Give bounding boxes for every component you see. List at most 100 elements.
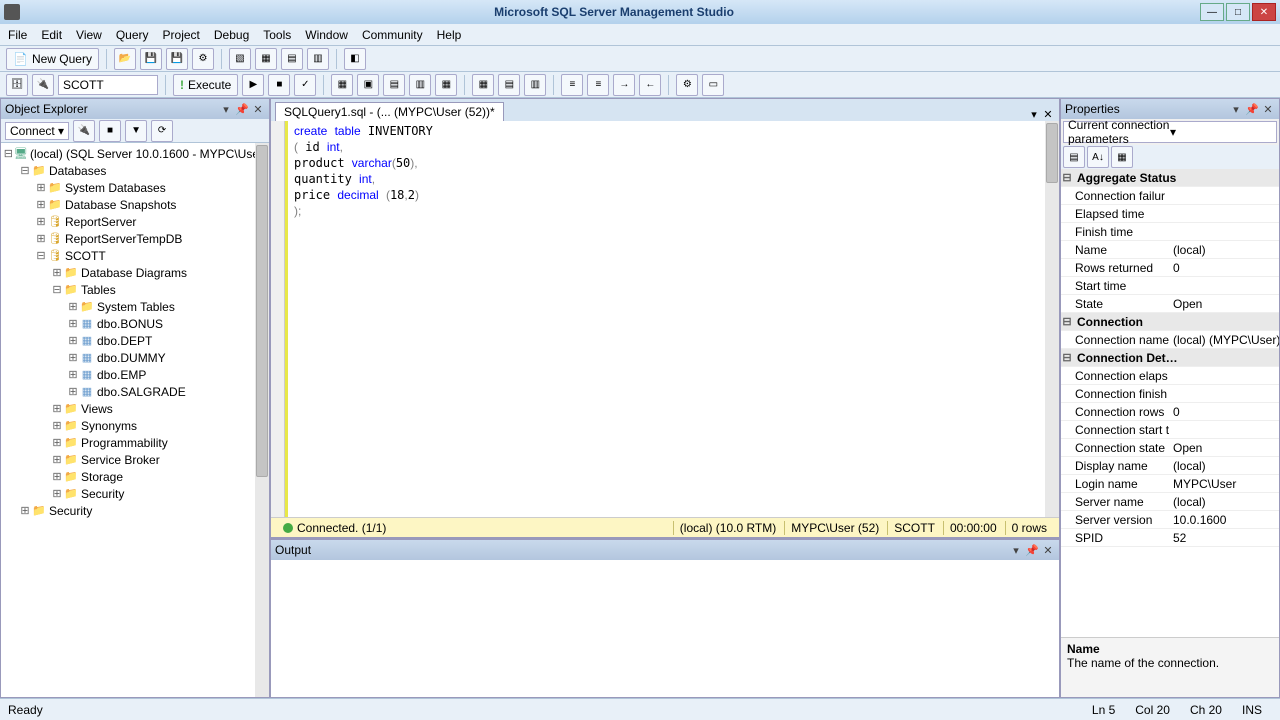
dropdown-icon[interactable]: ▾: [1009, 543, 1023, 557]
execute-button[interactable]: ! Execute: [173, 74, 238, 96]
outdent-icon[interactable]: ←: [639, 74, 661, 96]
menu-project[interactable]: Project: [163, 28, 200, 42]
prop-row[interactable]: Name(local): [1061, 241, 1279, 259]
tool-icon[interactable]: ▣: [357, 74, 379, 96]
tree-system-tables[interactable]: ⊞📁System Tables: [1, 298, 269, 315]
open-icon[interactable]: 📂: [114, 48, 136, 70]
uncomment-icon[interactable]: ≡: [587, 74, 609, 96]
tree-security-server[interactable]: ⊞📁Security: [1, 502, 269, 519]
tree-system-databases[interactable]: ⊞📁System Databases: [1, 179, 269, 196]
connect-button[interactable]: Connect ▾: [5, 122, 69, 140]
category-connection[interactable]: ⊟Connection: [1061, 313, 1279, 331]
tree-table-bonus[interactable]: ⊞▦dbo.BONUS: [1, 315, 269, 332]
menu-query[interactable]: Query: [116, 28, 149, 42]
tool-icon[interactable]: ▭: [702, 74, 724, 96]
menu-window[interactable]: Window: [305, 28, 348, 42]
tree-views[interactable]: ⊞📁Views: [1, 400, 269, 417]
refresh-icon[interactable]: ⟳: [151, 120, 173, 142]
tool-icon[interactable]: ▥: [409, 74, 431, 96]
tool-icon[interactable]: ◧: [344, 48, 366, 70]
close-button[interactable]: ✕: [1252, 3, 1276, 21]
prop-row[interactable]: Connection failur: [1061, 187, 1279, 205]
tool-icon[interactable]: ⚙: [192, 48, 214, 70]
sql-editor[interactable]: create table INVENTORY ( id int, product…: [285, 121, 1045, 517]
change-connection-icon[interactable]: 🔌: [32, 74, 54, 96]
comment-icon[interactable]: ≡: [561, 74, 583, 96]
properties-grid[interactable]: ⊟Aggregate Status Connection failur Elap…: [1061, 169, 1279, 637]
results-grid-icon[interactable]: ▦: [472, 74, 494, 96]
prop-row[interactable]: StateOpen: [1061, 295, 1279, 313]
tool-icon[interactable]: ▤: [383, 74, 405, 96]
close-icon[interactable]: ✕: [1261, 102, 1275, 116]
tool-icon[interactable]: ▧: [229, 48, 251, 70]
tree-reportserver[interactable]: ⊞🛢ReportServer: [1, 213, 269, 230]
property-pages-icon[interactable]: ▦: [1111, 146, 1133, 168]
tree-tables[interactable]: ⊟📁Tables: [1, 281, 269, 298]
prop-row[interactable]: Server name(local): [1061, 493, 1279, 511]
menu-edit[interactable]: Edit: [41, 28, 62, 42]
stop-icon[interactable]: ■: [268, 74, 290, 96]
database-icon[interactable]: 🗄: [6, 74, 28, 96]
menu-view[interactable]: View: [76, 28, 102, 42]
tree-scrollbar[interactable]: [255, 143, 269, 697]
prop-row[interactable]: Server version10.0.1600: [1061, 511, 1279, 529]
tool-icon[interactable]: ▦: [435, 74, 457, 96]
prop-row[interactable]: Connection elaps: [1061, 367, 1279, 385]
dropdown-icon[interactable]: ▾: [219, 102, 233, 116]
tree-database-snapshots[interactable]: ⊞📁Database Snapshots: [1, 196, 269, 213]
save-icon[interactable]: 💾: [140, 48, 162, 70]
menu-help[interactable]: Help: [437, 28, 462, 42]
dropdown-icon[interactable]: ▾: [1229, 102, 1243, 116]
categorized-icon[interactable]: ▤: [1063, 146, 1085, 168]
scrollbar-thumb[interactable]: [1046, 123, 1058, 183]
database-selector[interactable]: [58, 75, 158, 95]
tree-service-broker[interactable]: ⊞📁Service Broker: [1, 451, 269, 468]
results-text-icon[interactable]: ▤: [498, 74, 520, 96]
prop-row[interactable]: SPID52: [1061, 529, 1279, 547]
prop-row[interactable]: Finish time: [1061, 223, 1279, 241]
prop-row[interactable]: Elapsed time: [1061, 205, 1279, 223]
tree-table-salgrade[interactable]: ⊞▦dbo.SALGRADE: [1, 383, 269, 400]
object-explorer-tree[interactable]: ⊟🖥(local) (SQL Server 10.0.1600 - MYPC\U…: [1, 143, 269, 697]
display-plan-icon[interactable]: ▦: [331, 74, 353, 96]
results-file-icon[interactable]: ▥: [524, 74, 546, 96]
filter-icon[interactable]: ▼: [125, 120, 147, 142]
parse-icon[interactable]: ✓: [294, 74, 316, 96]
tab-dropdown-icon[interactable]: ▾: [1027, 107, 1041, 121]
tree-table-dept[interactable]: ⊞▦dbo.DEPT: [1, 332, 269, 349]
tree-database-diagrams[interactable]: ⊞📁Database Diagrams: [1, 264, 269, 281]
scrollbar-thumb[interactable]: [256, 145, 268, 477]
tool-icon[interactable]: ▥: [307, 48, 329, 70]
tab-close-icon[interactable]: ✕: [1041, 107, 1055, 121]
close-icon[interactable]: ✕: [251, 102, 265, 116]
prop-row[interactable]: Rows returned0: [1061, 259, 1279, 277]
menu-debug[interactable]: Debug: [214, 28, 249, 42]
menu-file[interactable]: File: [8, 28, 27, 42]
editor-tab-active[interactable]: SQLQuery1.sql - (... (MYPC\User (52))*: [275, 102, 504, 121]
new-query-button[interactable]: 📄 New Query: [6, 48, 99, 70]
prop-row[interactable]: Display name(local): [1061, 457, 1279, 475]
tree-programmability[interactable]: ⊞📁Programmability: [1, 434, 269, 451]
indent-icon[interactable]: →: [613, 74, 635, 96]
maximize-button[interactable]: □: [1226, 3, 1250, 21]
disconnect-icon[interactable]: 🔌: [73, 120, 95, 142]
tree-server-node[interactable]: ⊟🖥(local) (SQL Server 10.0.1600 - MYPC\U…: [1, 145, 269, 162]
prop-row[interactable]: Start time: [1061, 277, 1279, 295]
editor-scrollbar[interactable]: [1045, 121, 1059, 517]
save-all-icon[interactable]: 💾: [166, 48, 188, 70]
minimize-button[interactable]: —: [1200, 3, 1224, 21]
menu-tools[interactable]: Tools: [263, 28, 291, 42]
tree-storage[interactable]: ⊞📁Storage: [1, 468, 269, 485]
prop-row[interactable]: Connection stateOpen: [1061, 439, 1279, 457]
prop-row[interactable]: Connection finish: [1061, 385, 1279, 403]
prop-row[interactable]: Connection rows0: [1061, 403, 1279, 421]
tree-reportserver-tempdb[interactable]: ⊞🛢ReportServerTempDB: [1, 230, 269, 247]
menu-community[interactable]: Community: [362, 28, 423, 42]
tree-security-db[interactable]: ⊞📁Security: [1, 485, 269, 502]
pin-icon[interactable]: 📌: [1025, 543, 1039, 557]
tree-databases-node[interactable]: ⊟📁Databases: [1, 162, 269, 179]
prop-row[interactable]: Login nameMYPC\User: [1061, 475, 1279, 493]
properties-object-selector[interactable]: Current connection parameters ▾: [1063, 121, 1277, 143]
pin-icon[interactable]: 📌: [235, 102, 249, 116]
debug-icon[interactable]: ▶: [242, 74, 264, 96]
